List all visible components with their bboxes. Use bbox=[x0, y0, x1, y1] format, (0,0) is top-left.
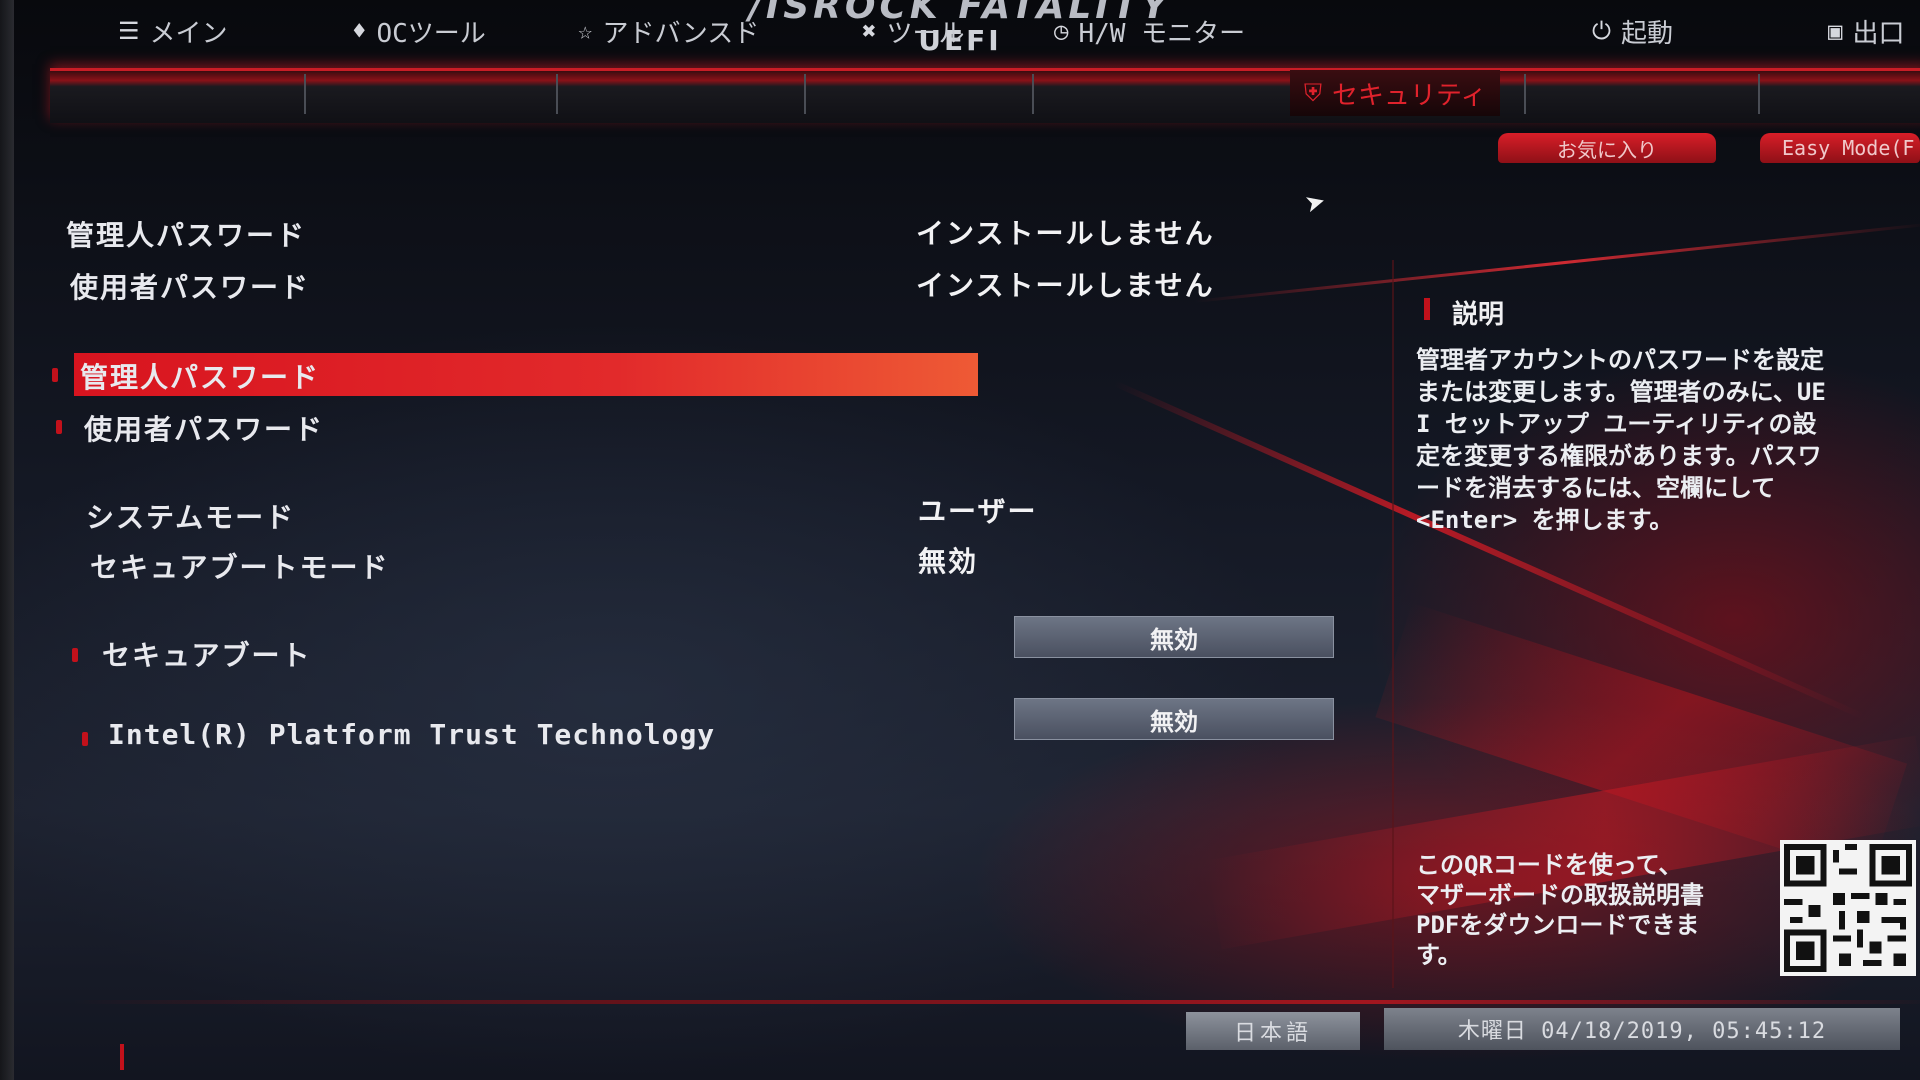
secure-boot-label: セキュアブート bbox=[102, 639, 312, 672]
tab-main[interactable]: ☰ メイン bbox=[118, 14, 228, 49]
ptt-label: Intel(R) Platform Trust Technology bbox=[108, 718, 716, 751]
system-mode-label: システムモード bbox=[86, 501, 296, 534]
help-marker bbox=[1424, 298, 1430, 320]
tab-hw-monitor[interactable]: ◷ H/W モニター bbox=[1054, 14, 1246, 49]
monitor-bezel bbox=[0, 0, 14, 1080]
favorites-button[interactable]: お気に入り bbox=[1498, 133, 1716, 163]
list-icon: ☰ bbox=[118, 17, 140, 45]
item-marker bbox=[56, 420, 62, 434]
tab-label: 出口 bbox=[1852, 18, 1905, 49]
tab-security[interactable]: ⛨ セキュリティ bbox=[1290, 70, 1501, 116]
tab-label: セキュリティ bbox=[1332, 80, 1487, 111]
shield-icon: ⛨ bbox=[1304, 79, 1322, 107]
tab-label: アドバンスド bbox=[602, 18, 760, 49]
item-marker bbox=[72, 648, 78, 662]
admin-password-status-label: 管理人パスワード bbox=[66, 219, 307, 252]
qr-caption: このQRコードを使って、 マザーボードの取扱説明書 PDFをダウンロードできま … bbox=[1416, 851, 1704, 969]
help-title: 説明 bbox=[1452, 300, 1505, 330]
tools-icon: ✖ bbox=[862, 17, 877, 45]
secure-boot-mode-label: セキュアブートモード bbox=[90, 551, 390, 584]
tab-separator bbox=[1524, 74, 1526, 114]
exit-icon: ▣ bbox=[1828, 17, 1843, 45]
tab-separator bbox=[556, 74, 558, 114]
footer-divider bbox=[74, 1000, 1920, 1004]
datetime-display: 木曜日 04/18/2019, 05:45:12 bbox=[1384, 1008, 1900, 1050]
footer-marker bbox=[120, 1044, 124, 1070]
tab-boot[interactable]: ⏻ 起動 bbox=[1592, 14, 1673, 49]
tab-separator bbox=[1758, 74, 1760, 114]
gauge-icon: ◷ bbox=[1054, 17, 1069, 45]
secure-boot-dropdown[interactable]: 無効 bbox=[1014, 616, 1334, 658]
tab-label: 起動 bbox=[1620, 18, 1673, 49]
easy-mode-button[interactable]: Easy Mode(F bbox=[1760, 133, 1920, 163]
qr-code-icon[interactable] bbox=[1780, 840, 1916, 976]
tab-advanced[interactable]: ☆ アドバンスド bbox=[578, 14, 760, 49]
tab-tools[interactable]: ✖ ツール bbox=[862, 14, 965, 49]
tab-label: メイン bbox=[149, 18, 228, 49]
ptt-dropdown[interactable]: 無効 bbox=[1014, 698, 1334, 740]
user-password-item[interactable]: 使用者パスワード bbox=[84, 408, 324, 448]
item-marker bbox=[52, 368, 58, 382]
user-password-status-value: インストールしません bbox=[916, 269, 1215, 302]
item-marker bbox=[82, 732, 88, 746]
main-tab-bar bbox=[50, 68, 1920, 123]
help-description: 管理者アカウントのパスワードを設定 または変更します。管理者のみに、UE I セ… bbox=[1416, 346, 1826, 534]
secure-boot-mode-value: 無効 bbox=[918, 545, 979, 578]
star-icon: ☆ bbox=[578, 17, 593, 45]
tab-separator bbox=[804, 74, 806, 114]
admin-password-status-value: インストールしません bbox=[916, 217, 1215, 250]
tab-oc-tools[interactable]: ♦ OCツール bbox=[352, 14, 486, 49]
tab-separator bbox=[304, 74, 306, 114]
rocket-icon: ♦ bbox=[352, 17, 367, 45]
tab-label: ツール bbox=[886, 18, 965, 49]
user-password-status-label: 使用者パスワード bbox=[70, 271, 311, 304]
language-selector[interactable]: 日本語 bbox=[1186, 1012, 1360, 1050]
admin-password-label: 管理人パスワード bbox=[80, 361, 321, 394]
tab-separator bbox=[1032, 74, 1034, 114]
system-mode-value: ユーザー bbox=[918, 495, 1038, 528]
power-icon: ⏻ bbox=[1592, 17, 1611, 45]
tab-label: H/W モニター bbox=[1078, 18, 1246, 49]
tab-label: OCツール bbox=[376, 18, 486, 49]
tab-exit[interactable]: ▣ 出口 bbox=[1828, 14, 1905, 49]
